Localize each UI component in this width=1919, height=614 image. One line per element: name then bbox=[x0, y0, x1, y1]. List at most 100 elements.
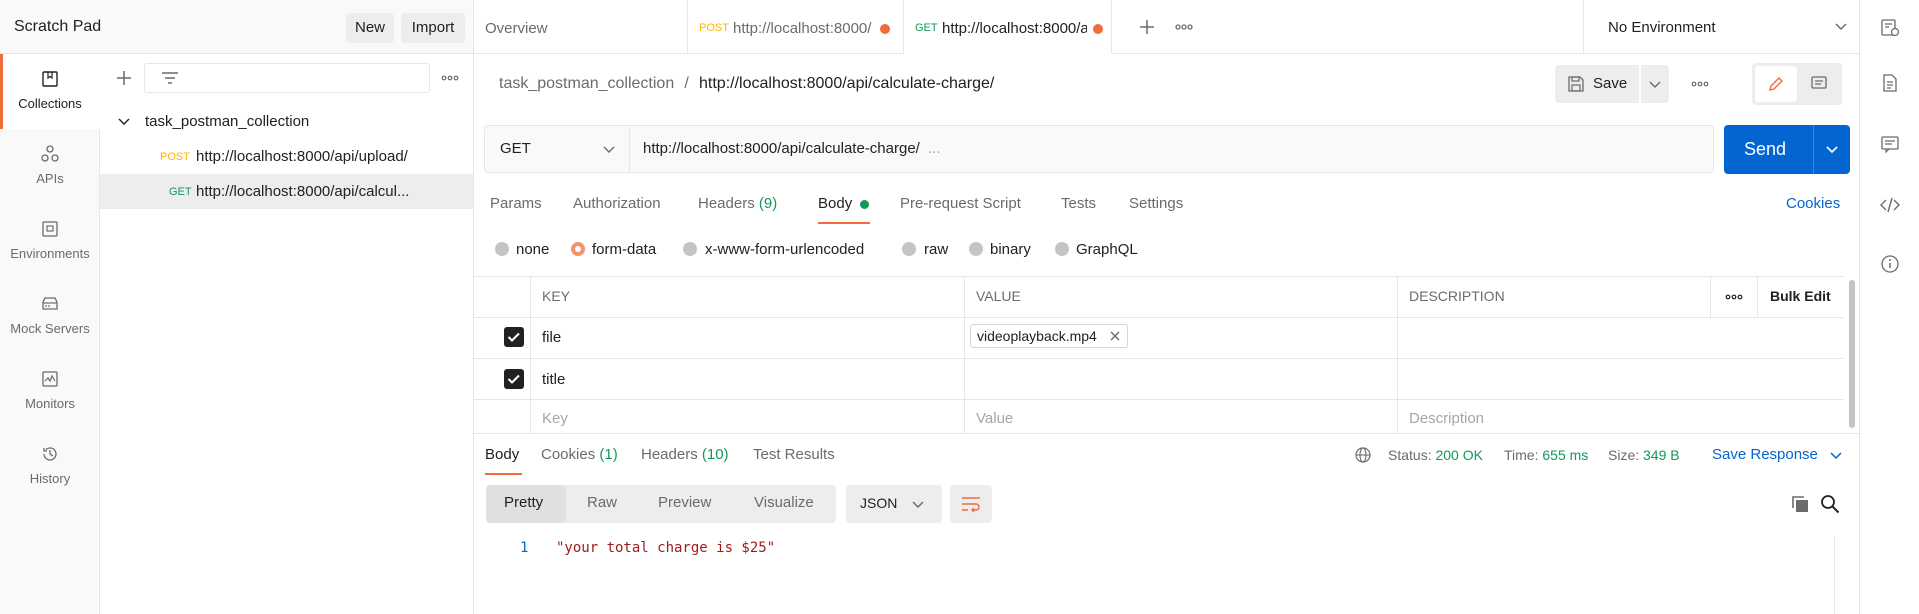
rail-item-mock-servers[interactable]: Mock Servers bbox=[0, 279, 100, 354]
table-scrollbar[interactable] bbox=[1849, 280, 1855, 428]
format-label: JSON bbox=[860, 495, 898, 511]
info-icon[interactable] bbox=[1880, 254, 1900, 274]
radio-graphql[interactable] bbox=[1055, 242, 1069, 256]
view-preview[interactable]: Preview bbox=[658, 494, 711, 511]
environment-select[interactable]: No Environment bbox=[1583, 0, 1859, 54]
scratch-pad-header: Scratch Pad New Import bbox=[0, 0, 474, 54]
request-url: http://localhost:8000/api/calcul... bbox=[196, 183, 410, 200]
post-method-badge: POST bbox=[699, 22, 729, 34]
search-icon[interactable] bbox=[1820, 494, 1840, 514]
workspace-title: Scratch Pad bbox=[14, 18, 102, 35]
new-description-input[interactable]: Description bbox=[1409, 410, 1484, 427]
rail-item-environments[interactable]: Environments bbox=[0, 204, 100, 279]
breadcrumb-request-name[interactable]: http://localhost:8000/api/calculate-char… bbox=[699, 75, 994, 92]
format-select[interactable]: JSON bbox=[846, 485, 942, 523]
table-more-icon[interactable] bbox=[1724, 292, 1744, 302]
row-checkbox[interactable] bbox=[504, 327, 524, 347]
new-value-input[interactable]: Value bbox=[976, 410, 1013, 427]
tab-pre-request-script[interactable]: Pre-request Script bbox=[900, 195, 1021, 212]
bulk-edit-button[interactable]: Bulk Edit bbox=[1770, 288, 1831, 304]
file-chip[interactable]: videoplayback.mp4 bbox=[970, 324, 1128, 348]
tab-tests[interactable]: Tests bbox=[1061, 195, 1096, 212]
apis-icon bbox=[41, 145, 59, 163]
environment-quick-look-icon[interactable] bbox=[1880, 18, 1900, 38]
new-button[interactable]: New bbox=[346, 13, 394, 43]
key-cell[interactable]: file bbox=[542, 329, 561, 346]
radio-raw[interactable] bbox=[902, 242, 916, 256]
request-item-upload[interactable]: POST http://localhost:8000/api/upload/ bbox=[100, 139, 473, 174]
tab-more-icon[interactable] bbox=[1174, 18, 1194, 36]
remove-file-close-icon[interactable] bbox=[1109, 330, 1121, 342]
tab-body[interactable]: Body bbox=[818, 195, 852, 212]
send-divider bbox=[1813, 125, 1814, 174]
new-tab-plus-icon[interactable] bbox=[1138, 18, 1156, 36]
url-input[interactable]: http://localhost:8000/api/calculate-char… bbox=[643, 140, 941, 157]
radio-form-data-selected[interactable] bbox=[571, 242, 585, 256]
url-ellipsis: ... bbox=[928, 140, 941, 157]
tab-settings[interactable]: Settings bbox=[1129, 195, 1183, 212]
response-status: Status: 200 OK bbox=[1388, 447, 1483, 463]
response-tab-cookies[interactable]: Cookies (1) bbox=[541, 446, 618, 463]
radio-binary[interactable] bbox=[969, 242, 983, 256]
edit-mode-button[interactable] bbox=[1755, 66, 1797, 102]
rail-item-apis[interactable]: APIs bbox=[0, 129, 100, 204]
response-tab-body[interactable]: Body bbox=[485, 446, 519, 463]
save-response-button[interactable]: Save Response bbox=[1712, 446, 1818, 463]
tab-headers[interactable]: Headers (9) bbox=[698, 195, 777, 212]
filter-input[interactable] bbox=[144, 63, 430, 93]
tab-body-label: Body bbox=[818, 195, 853, 212]
radio-form-data-label: form-data bbox=[592, 241, 657, 258]
import-button[interactable]: Import bbox=[401, 13, 465, 43]
documentation-icon[interactable] bbox=[1880, 73, 1900, 93]
body-indicator-dot bbox=[860, 200, 869, 209]
globe-icon[interactable] bbox=[1354, 446, 1372, 464]
collection-item[interactable]: task_postman_collection bbox=[100, 104, 473, 139]
tab-authorization[interactable]: Authorization bbox=[573, 195, 661, 212]
request-more-icon[interactable] bbox=[1690, 76, 1710, 92]
send-button[interactable]: Send bbox=[1724, 125, 1850, 174]
response-tab-headers[interactable]: Headers (10) bbox=[641, 446, 729, 463]
size-value: 349 B bbox=[1643, 447, 1680, 463]
radio-none[interactable] bbox=[495, 242, 509, 256]
tab-post-upload[interactable]: POST http://localhost:8000/ bbox=[688, 0, 904, 54]
view-raw[interactable]: Raw bbox=[587, 494, 617, 511]
chevron-down-icon[interactable] bbox=[1826, 145, 1838, 154]
key-cell[interactable]: title bbox=[542, 371, 565, 388]
new-key-input[interactable]: Key bbox=[542, 410, 568, 427]
view-visualize[interactable]: Visualize bbox=[754, 494, 814, 511]
row-checkbox[interactable] bbox=[504, 369, 524, 389]
tab-get-calculate-charge[interactable]: GET http://localhost:8000/a bbox=[904, 0, 1112, 54]
rail-label: Environments bbox=[10, 246, 90, 261]
tab-params[interactable]: Params bbox=[490, 195, 542, 212]
radio-binary-label: binary bbox=[990, 241, 1031, 258]
radio-urlencoded[interactable] bbox=[683, 242, 697, 256]
rail-item-monitors[interactable]: Monitors bbox=[0, 354, 100, 429]
column-header-description: DESCRIPTION bbox=[1409, 288, 1505, 304]
radio-none-label: none bbox=[516, 241, 550, 258]
radio-graphql-label: GraphQL bbox=[1076, 241, 1138, 258]
table-border bbox=[474, 276, 1844, 277]
tab-overview[interactable]: Overview bbox=[474, 0, 688, 54]
chevron-down-icon[interactable] bbox=[1830, 451, 1842, 460]
save-button[interactable]: Save bbox=[1555, 65, 1639, 103]
breadcrumb-collection[interactable]: task_postman_collection bbox=[499, 75, 674, 92]
save-options-button[interactable] bbox=[1641, 65, 1669, 103]
wrap-lines-button[interactable] bbox=[950, 485, 992, 523]
copy-icon[interactable] bbox=[1790, 494, 1810, 514]
collections-sidebar: task_postman_collection POST http://loca… bbox=[100, 54, 474, 614]
rail-item-collections[interactable]: Collections bbox=[0, 54, 100, 129]
method-select[interactable]: GET bbox=[485, 126, 630, 172]
rail-label: Mock Servers bbox=[10, 321, 90, 336]
view-pretty-active[interactable]: Pretty bbox=[486, 485, 566, 523]
column-header-value: VALUE bbox=[976, 288, 1021, 304]
response-tab-test-results[interactable]: Test Results bbox=[753, 446, 835, 463]
code-snippet-icon[interactable] bbox=[1880, 195, 1900, 215]
chevron-down-icon bbox=[912, 500, 924, 509]
add-collection-plus-icon[interactable] bbox=[116, 70, 132, 86]
sidebar-more-icon[interactable] bbox=[440, 70, 460, 86]
cookies-link[interactable]: Cookies bbox=[1786, 195, 1840, 212]
comment-mode-icon[interactable] bbox=[1810, 75, 1828, 93]
request-item-calculate-charge[interactable]: GET http://localhost:8000/api/calcul... bbox=[100, 174, 473, 209]
comments-icon[interactable] bbox=[1880, 134, 1900, 154]
rail-item-history[interactable]: History bbox=[0, 429, 100, 504]
